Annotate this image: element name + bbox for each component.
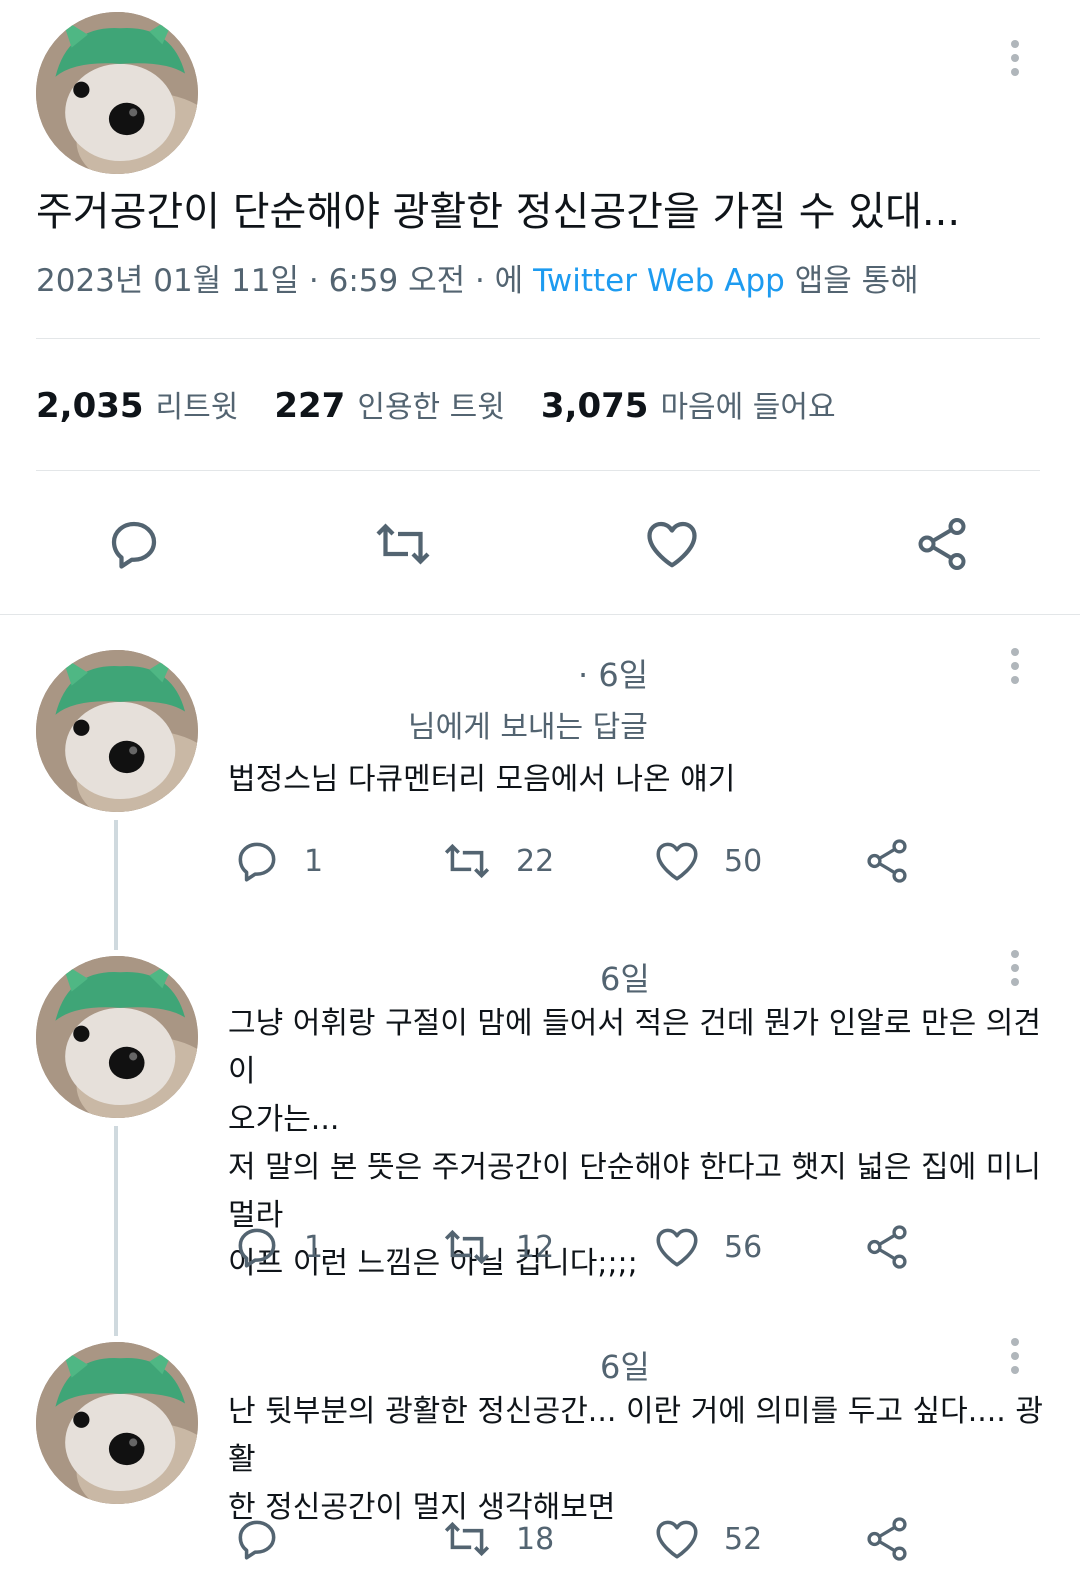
reply-text: 법정스님 다큐멘터리 모음에서 나온 얘기 <box>228 762 736 797</box>
retweet-action[interactable]: 22 <box>440 836 554 886</box>
like-stat[interactable]: 3,075 마음에 들어요 <box>541 382 836 426</box>
reply-icon[interactable] <box>104 514 164 574</box>
reply-text-line: 저 말의 본 뜻은 주거공간이 단순해야 한다고 햇지 넓은 집에 미니멀라 <box>228 1150 1041 1233</box>
reply-time[interactable]: · 6일 <box>578 650 648 696</box>
more-options-icon[interactable] <box>1005 40 1025 80</box>
retweet-icon[interactable] <box>372 514 434 574</box>
retweet-count: 22 <box>516 843 555 879</box>
retweet-icon[interactable] <box>440 1222 494 1272</box>
reply-icon[interactable] <box>232 1222 282 1272</box>
reply-time[interactable]: 6일 <box>600 954 650 1000</box>
reply-action[interactable] <box>232 1514 304 1564</box>
tweet-date: 2023년 01월 11일 · 6:59 오전 · 에 <box>36 263 524 299</box>
retweet-icon[interactable] <box>440 836 494 886</box>
share-icon[interactable] <box>862 836 912 886</box>
quote-stat[interactable]: 227 인용한 트윗 <box>274 382 505 426</box>
like-action[interactable]: 56 <box>652 1222 762 1272</box>
retweet-count: 18 <box>516 1521 555 1557</box>
reply-avatar[interactable] <box>36 650 198 812</box>
avatar-image <box>36 12 198 174</box>
reply-text-line: 그냥 어휘랑 구절이 맘에 들어서 적은 건데 뭔가 인알로 만은 의견이 <box>228 1006 1041 1089</box>
tweet-meta: 2023년 01월 11일 · 6:59 오전 · 에 Twitter Web … <box>36 258 919 304</box>
like-count: 56 <box>724 1229 763 1265</box>
retweet-count: 12 <box>516 1229 555 1265</box>
reply-text: 난 뒷부분의 광활한 정신공간... 이란 거에 의미를 두고 싶다.... 광… <box>228 1388 1068 1532</box>
reply-text-line: 난 뒷부분의 광활한 정신공간... 이란 거에 의미를 두고 싶다.... 광… <box>228 1394 1043 1477</box>
reply-action[interactable]: 1 <box>232 836 323 886</box>
share-icon[interactable] <box>862 1514 912 1564</box>
reply-icon[interactable] <box>232 836 282 886</box>
tweet-stats: 2,035 리트윗 227 인용한 트윗 3,075 마음에 들어요 <box>36 382 836 426</box>
reply-action[interactable]: 1 <box>232 1222 323 1272</box>
tweet-source-link[interactable]: Twitter Web App <box>533 263 785 299</box>
reply-text-line: 한 정신공간이 멀지 생각해보면 <box>228 1490 616 1525</box>
avatar-image <box>36 1342 198 1504</box>
reply-avatar[interactable] <box>36 1342 198 1504</box>
tweet-source-suffix: 앱을 통해 <box>794 263 919 299</box>
author-avatar[interactable] <box>36 12 198 174</box>
reply-icon[interactable] <box>232 1514 282 1564</box>
reply-time[interactable]: 6일 <box>600 1342 650 1388</box>
like-icon[interactable] <box>652 1514 702 1564</box>
retweet-stat[interactable]: 2,035 리트윗 <box>36 382 238 426</box>
reply-count: 1 <box>304 843 324 879</box>
more-options-icon[interactable] <box>1005 1338 1025 1378</box>
share-icon[interactable] <box>912 514 972 574</box>
like-icon[interactable] <box>652 836 702 886</box>
section-divider <box>0 614 1080 615</box>
reply-to-label: 님에게 보내는 답글 <box>408 710 648 745</box>
more-options-icon[interactable] <box>1005 648 1025 688</box>
like-icon[interactable] <box>642 514 702 574</box>
divider <box>36 470 1040 471</box>
like-action[interactable]: 50 <box>652 836 762 886</box>
share-icon[interactable] <box>862 1222 912 1272</box>
avatar-image <box>36 956 198 1118</box>
reply-text: 그냥 어휘랑 구절이 맘에 들어서 적은 건데 뭔가 인알로 만은 의견이 오가… <box>228 1000 1068 1288</box>
reply-text-line: 오가는... <box>228 1102 340 1137</box>
thread-line <box>114 1126 118 1336</box>
avatar-image <box>36 650 198 812</box>
more-options-icon[interactable] <box>1005 950 1025 990</box>
like-count: 52 <box>724 1521 763 1557</box>
thread-line <box>114 820 118 950</box>
like-count: 50 <box>724 843 763 879</box>
like-action[interactable]: 52 <box>652 1514 762 1564</box>
reply-text-line: 이프 이런 느낌은 아닐 겁니다;;;; <box>228 1246 638 1281</box>
reply-count: 1 <box>304 1229 324 1265</box>
divider <box>36 338 1040 339</box>
like-icon[interactable] <box>652 1222 702 1272</box>
tweet-text: 주거공간이 단순해야 광활한 정신공간을 가질 수 있대... <box>36 189 961 235</box>
retweet-action[interactable]: 12 <box>440 1222 554 1272</box>
retweet-icon[interactable] <box>440 1514 494 1564</box>
reply-avatar[interactable] <box>36 956 198 1118</box>
retweet-action[interactable]: 18 <box>440 1514 554 1564</box>
